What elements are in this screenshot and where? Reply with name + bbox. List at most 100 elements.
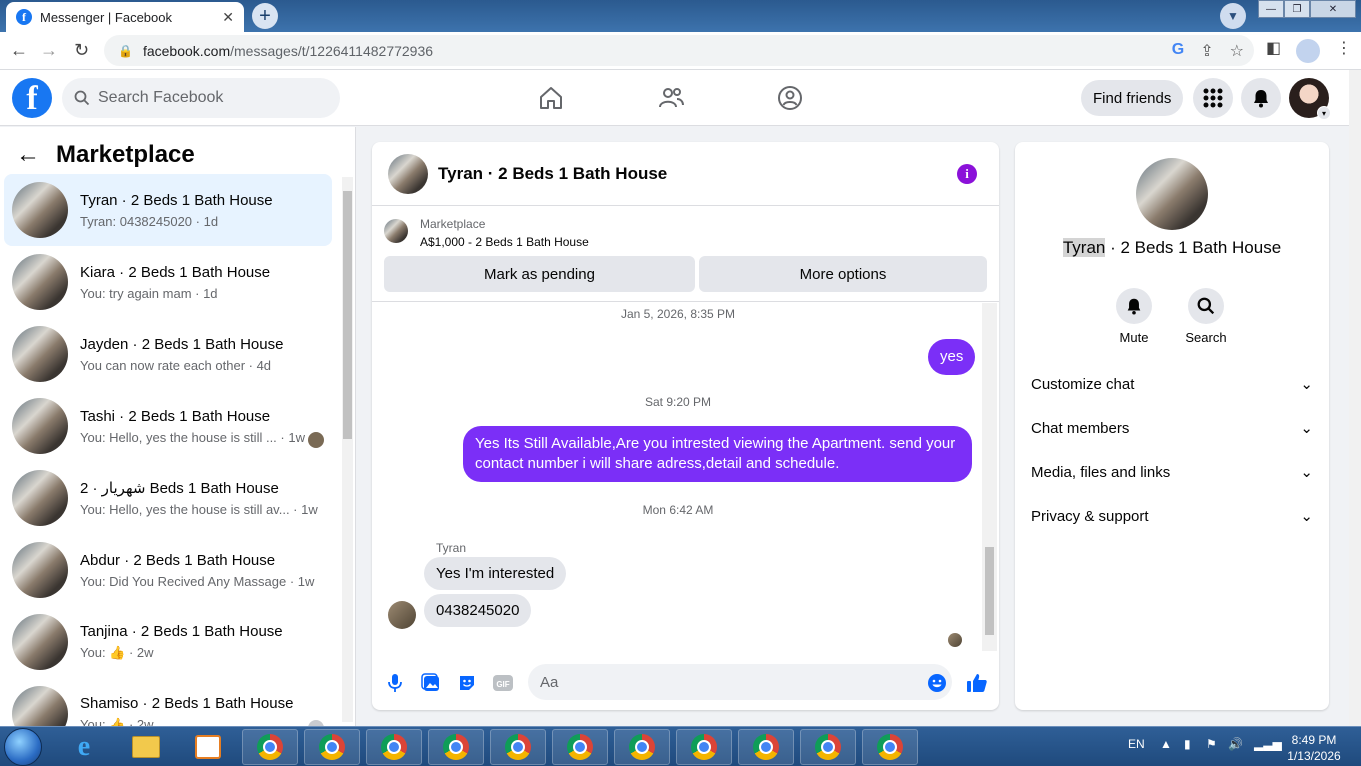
facebook-logo[interactable]: f — [12, 78, 52, 118]
action-center-flag-icon[interactable]: ⚑ — [1206, 737, 1217, 751]
internet-explorer-icon[interactable]: e — [66, 731, 102, 763]
groups-icon[interactable] — [774, 82, 806, 114]
tab-close-icon[interactable]: ✕ — [222, 9, 234, 26]
side-panel-icon[interactable]: ◧ — [1266, 38, 1281, 58]
conversation-item[interactable]: Tyran · 2 Beds 1 Bath House Tyran: 043824… — [4, 174, 332, 246]
microphone-icon[interactable] — [384, 672, 406, 694]
chrome-window-icon[interactable] — [862, 729, 918, 765]
media-player-icon[interactable] — [190, 731, 226, 763]
file-explorer-icon[interactable] — [128, 731, 164, 763]
chrome-window-icon[interactable] — [242, 729, 298, 765]
chat-members-row[interactable]: Chat members ⌄ — [1015, 406, 1329, 450]
chrome-window-icon[interactable] — [738, 729, 794, 765]
search-icon — [1188, 288, 1224, 324]
browser-tabbar: f Messenger | Facebook ✕ + ▼ — ❐ ✕ — [0, 0, 1361, 32]
notifications-button[interactable] — [1241, 78, 1281, 118]
sender-avatar[interactable] — [388, 601, 416, 629]
chrome-window-icon[interactable] — [800, 729, 856, 765]
emoji-icon[interactable] — [926, 672, 948, 694]
search-conversation-button[interactable]: Search — [1176, 288, 1236, 345]
svg-text:GIF: GIF — [496, 680, 509, 689]
message-outgoing[interactable]: yes — [928, 339, 976, 375]
chat-title[interactable]: Tyran · 2 Beds 1 Bath House — [438, 164, 667, 184]
clock-date: 1/13/2026 — [1287, 749, 1341, 763]
chrome-window-icon[interactable] — [614, 729, 670, 765]
share-icon[interactable]: ⇪ — [1200, 41, 1213, 61]
listing-thumbnail[interactable] — [1136, 158, 1208, 230]
marketplace-listing-banner: Marketplace A$1,000 - 2 Beds 1 Bath Hous… — [372, 206, 999, 302]
message-thread-scrollbar[interactable] — [982, 303, 997, 651]
profile-icon[interactable] — [1296, 39, 1320, 63]
conversation-item[interactable]: Shamiso · 2 Beds 1 Bath House You: 👍 · 2w — [4, 678, 332, 726]
conversation-list-scrollbar[interactable] — [342, 177, 353, 722]
home-icon[interactable] — [535, 82, 567, 114]
customize-chat-row[interactable]: Customize chat ⌄ — [1015, 362, 1329, 406]
chrome-window-icon[interactable] — [428, 729, 484, 765]
system-clock[interactable]: 8:49 PM 1/13/2026 — [1284, 732, 1344, 764]
listing-thumbnail — [12, 686, 68, 726]
listing-price[interactable]: A$1,000 - 2 Beds 1 Bath House — [420, 235, 589, 249]
chrome-window-icon[interactable] — [676, 729, 732, 765]
find-friends-button[interactable]: Find friends — [1081, 80, 1184, 116]
listing-thumbnail — [12, 614, 68, 670]
conversation-item[interactable]: Kiara · 2 Beds 1 Bath House You: try agai… — [4, 246, 332, 318]
info-icon[interactable]: i — [957, 164, 977, 184]
conversation-item[interactable]: Tanjina · 2 Beds 1 Bath House You: 👍 · 2w — [4, 606, 332, 678]
bookmark-star-icon[interactable]: ☆ — [1230, 41, 1244, 61]
gif-icon[interactable]: GIF — [492, 672, 514, 694]
search-input[interactable] — [98, 89, 318, 107]
message-incoming[interactable]: Yes I'm interested — [424, 557, 567, 590]
close-window-button[interactable]: ✕ — [1310, 0, 1356, 18]
message-incoming[interactable]: 0438245020 — [424, 594, 532, 627]
conversation-item[interactable]: Jayden · 2 Beds 1 Bath House You can now … — [4, 318, 332, 390]
listing-thumbnail — [12, 254, 68, 310]
page-scrollbar[interactable] — [1349, 70, 1361, 726]
scrollbar-thumb[interactable] — [985, 547, 994, 635]
kebab-menu-icon[interactable]: ⋮ — [1336, 38, 1352, 58]
google-icon[interactable]: G — [1172, 41, 1184, 61]
conversation-item[interactable]: شهریار · 2 Beds 1 Bath House You: Hello, … — [4, 462, 332, 534]
conversation-item[interactable]: Tashi · 2 Beds 1 Bath House You: Hello, y… — [4, 390, 332, 462]
conversation-preview: You can now rate each other · 4d — [80, 357, 272, 373]
back-arrow-icon[interactable]: ← — [16, 141, 40, 169]
mute-button[interactable]: Mute — [1104, 288, 1164, 345]
network-signal-icon[interactable]: ▂▃▅ — [1254, 737, 1282, 751]
back-arrow-icon[interactable]: ← — [10, 40, 28, 61]
menu-grid-button[interactable] — [1193, 78, 1233, 118]
chrome-window-icon[interactable] — [490, 729, 546, 765]
start-button[interactable] — [4, 728, 42, 766]
address-bar[interactable]: 🔒 facebook.com/messages/t/12264114827729… — [104, 35, 1254, 66]
mark-as-pending-button[interactable]: Mark as pending — [384, 256, 695, 292]
message-input[interactable] — [528, 664, 952, 700]
new-tab-button[interactable]: + — [252, 3, 278, 29]
facebook-search[interactable] — [62, 78, 340, 118]
thumbs-up-icon[interactable] — [966, 672, 988, 694]
reload-icon[interactable]: ↻ — [74, 40, 89, 61]
more-options-button[interactable]: More options — [699, 256, 987, 292]
conversation-item[interactable]: Abdur · 2 Beds 1 Bath House You: Did You … — [4, 534, 332, 606]
conversation-title: Tyran · 2 Beds 1 Bath House — [1015, 238, 1329, 258]
tab-search-chevron-icon[interactable]: ▼ — [1220, 3, 1246, 29]
sticker-icon[interactable] — [456, 672, 478, 694]
privacy-support-row[interactable]: Privacy & support ⌄ — [1015, 494, 1329, 538]
seen-avatar — [308, 432, 324, 448]
restore-button[interactable]: ❐ — [1284, 0, 1310, 18]
chrome-window-icon[interactable] — [366, 729, 422, 765]
photo-icon[interactable] — [420, 672, 442, 694]
chrome-window-icon[interactable] — [552, 729, 608, 765]
minimize-button[interactable]: — — [1258, 0, 1284, 18]
browser-tab[interactable]: f Messenger | Facebook ✕ — [6, 2, 244, 32]
forward-arrow-icon[interactable]: → — [40, 40, 58, 61]
battery-icon[interactable]: ▮ — [1184, 737, 1191, 751]
account-avatar[interactable]: ▾ — [1289, 78, 1331, 120]
message-outgoing[interactable]: Yes Its Still Available,Are you intreste… — [463, 426, 972, 482]
scrollbar-thumb[interactable] — [343, 191, 352, 439]
friends-icon[interactable] — [655, 82, 687, 114]
language-indicator[interactable]: EN — [1128, 737, 1145, 751]
media-files-links-row[interactable]: Media, files and links ⌄ — [1015, 450, 1329, 494]
read-receipt-avatar — [948, 633, 962, 647]
chat-thumbnail[interactable] — [388, 153, 428, 194]
tray-expand-icon[interactable]: ▲ — [1160, 737, 1172, 751]
volume-icon[interactable]: 🔊 — [1228, 737, 1243, 751]
chrome-window-icon[interactable] — [304, 729, 360, 765]
